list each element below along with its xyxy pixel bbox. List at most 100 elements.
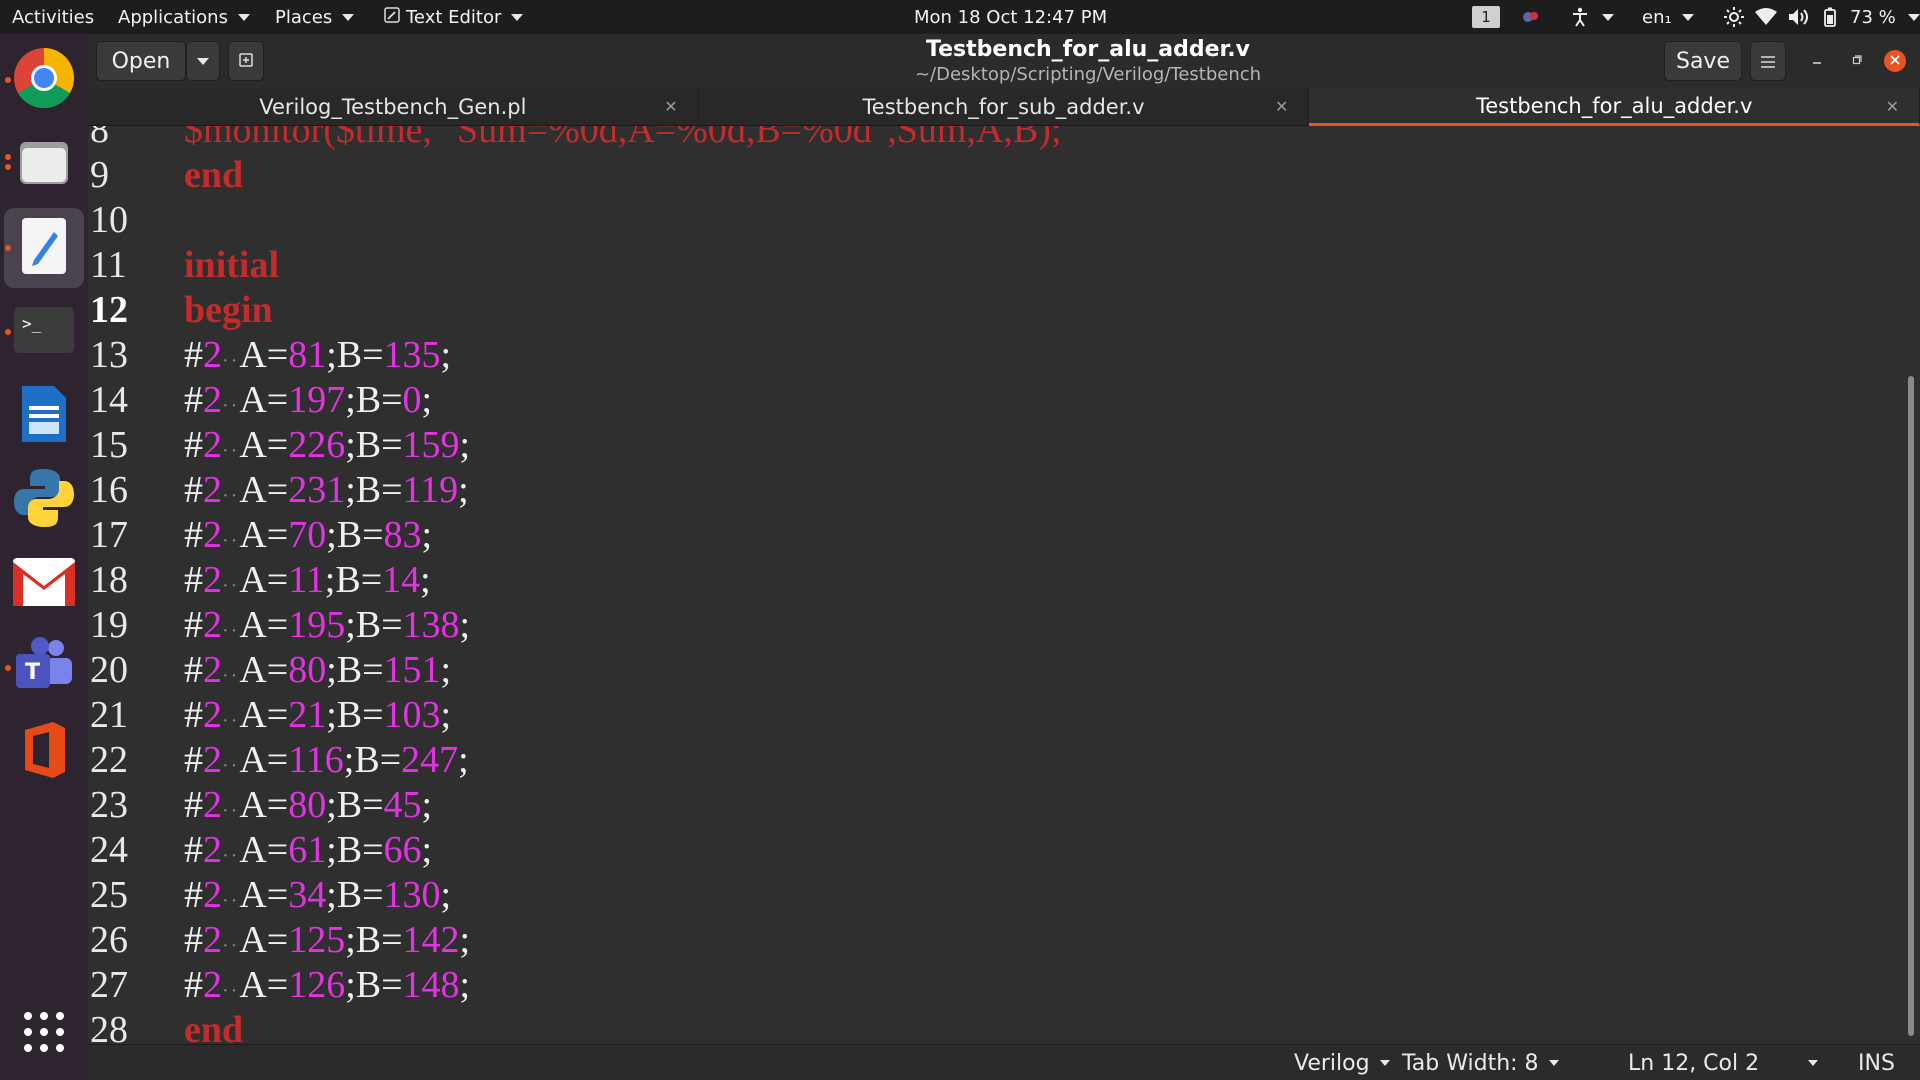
text-editor-app-menu[interactable]: Text Editor (384, 0, 524, 34)
code-line: 26 #2··A=125;B=142; (88, 918, 1898, 963)
code-line-partial: 8 $monitor($time, "Sum=%0d,A=%0d,B=%0d",S… (88, 126, 1898, 153)
tab-testbench-alu-adder[interactable]: Testbench_for_alu_adder.v ✕ (1309, 88, 1920, 126)
dock-python[interactable] (4, 460, 84, 540)
workspace-number: 1 (1472, 6, 1500, 28)
line-number: 13 (90, 334, 128, 376)
places-menu[interactable]: Places (275, 0, 355, 34)
svg-text:T: T (25, 660, 40, 685)
open-button[interactable]: Open (96, 41, 186, 81)
assign-b: ;B= (326, 784, 384, 826)
minimize-button[interactable] (1806, 50, 1828, 72)
a-value: 226 (288, 424, 346, 466)
window-title-block: Testbench_for_alu_adder.v ~/Desktop/Scri… (788, 36, 1388, 86)
code-editor[interactable]: 8 $monitor($time, "Sum=%0d,A=%0d,B=%0d",S… (88, 126, 1920, 1044)
running-indicator (5, 329, 11, 335)
wifi-icon (1754, 5, 1778, 29)
code-line: 23 #2··A=80;B=45; (88, 783, 1898, 828)
assign-a: A= (239, 379, 289, 421)
running-indicator (5, 245, 11, 251)
whitespace-marker: ·· (222, 980, 240, 1002)
system-menu[interactable]: 73 % (1722, 0, 1920, 34)
applications-menu[interactable]: Applications (118, 0, 250, 34)
code-text: #2··A=11;B=14; (184, 558, 431, 609)
delay-value: 2 (203, 829, 222, 871)
accessibility-menu[interactable] (1568, 0, 1614, 34)
activities-button[interactable]: Activities (12, 0, 94, 34)
tab-testbench-sub-adder[interactable]: Testbench_for_sub_adder.v ✕ (699, 88, 1310, 126)
tab-verilog-testbench-gen[interactable]: Verilog_Testbench_Gen.pl ✕ (88, 88, 699, 126)
code-line: 12 begin (88, 288, 1898, 333)
delay-operator: # (184, 694, 203, 736)
line-number: 20 (90, 649, 128, 691)
code-text: initial (184, 243, 279, 288)
assign-a: A= (239, 784, 289, 826)
assign-a: A= (239, 559, 289, 601)
close-icon[interactable]: ✕ (664, 97, 677, 116)
delay-operator: # (184, 784, 203, 826)
language-selector[interactable]: Verilog (1294, 1045, 1390, 1080)
vertical-scrollbar[interactable] (1908, 376, 1914, 1036)
code-line: 25 #2··A=34;B=130; (88, 873, 1898, 918)
dock-text-editor[interactable] (4, 208, 84, 288)
dock-files[interactable] (4, 124, 84, 204)
b-value: 159 (402, 424, 460, 466)
dock-show-applications[interactable] (4, 994, 84, 1074)
insert-mode-indicator[interactable]: INS (1858, 1045, 1895, 1080)
tab-width-selector[interactable]: Tab Width: 8 (1402, 1045, 1559, 1080)
main-menu-button[interactable] (1750, 41, 1786, 81)
close-icon[interactable]: ✕ (1275, 97, 1288, 116)
running-indicator (5, 164, 11, 170)
dock-chrome[interactable] (4, 40, 84, 120)
line-number: 25 (90, 874, 128, 916)
open-dropdown-button[interactable] (186, 41, 220, 81)
code-text: end (184, 1008, 243, 1044)
assign-a: A= (239, 604, 289, 646)
insert-mode-label: INS (1858, 1050, 1895, 1076)
teams-icon: T (12, 636, 76, 700)
code-text: #2··A=125;B=142; (184, 918, 470, 969)
semicolon: ; (440, 694, 452, 736)
clock[interactable]: Mon 18 Oct 12:47 PM (914, 0, 1107, 34)
save-button[interactable]: Save (1664, 41, 1742, 81)
assign-b: ;B= (345, 469, 403, 511)
a-value: 80 (288, 784, 327, 826)
code-line: 19 #2··A=195;B=138; (88, 603, 1898, 648)
b-value: 0 (402, 379, 422, 421)
a-value: 80 (288, 649, 327, 691)
close-icon[interactable]: ✕ (1886, 97, 1899, 116)
dock-terminal[interactable]: >_ (4, 292, 84, 372)
go-to-line-dropdown[interactable] (1804, 1045, 1818, 1080)
code-text: #2··A=80;B=45; (184, 783, 432, 834)
maximize-button[interactable] (1846, 50, 1868, 72)
tab-width-label: Tab Width: 8 (1402, 1050, 1539, 1076)
code-line: 11 initial (88, 243, 1898, 288)
a-value: 61 (288, 829, 327, 871)
dock-office[interactable] (4, 712, 84, 792)
code-line: 20 #2··A=80;B=151; (88, 648, 1898, 693)
delay-value: 2 (203, 739, 222, 781)
delay-operator: # (184, 739, 203, 781)
chevron-down-icon (511, 13, 524, 21)
dock-libreoffice-writer[interactable] (4, 376, 84, 456)
semicolon: ; (421, 784, 433, 826)
keyboard-layout-menu[interactable]: en₁ (1642, 0, 1694, 34)
line-number: 15 (90, 424, 128, 466)
new-tab-button[interactable] (228, 41, 264, 81)
delay-operator: # (184, 604, 203, 646)
dock-gmail[interactable] (4, 544, 84, 624)
close-button[interactable] (1884, 50, 1906, 72)
teams-tray-icon[interactable] (1520, 0, 1540, 34)
tab-label: Testbench_for_alu_adder.v (1475, 93, 1753, 118)
tab-label: Verilog_Testbench_Gen.pl (259, 95, 527, 119)
dock-teams[interactable]: T (4, 628, 84, 708)
delay-operator: # (184, 649, 203, 691)
cursor-position[interactable]: Ln 12, Col 2 (1628, 1045, 1759, 1080)
a-value: 125 (288, 919, 346, 961)
code-line: 15 #2··A=226;B=159; (88, 423, 1898, 468)
accessibility-icon (1568, 5, 1592, 29)
close-icon (1890, 53, 1900, 69)
assign-b: ;B= (324, 559, 383, 601)
volume-icon (1786, 5, 1810, 29)
keyword: end (184, 1009, 244, 1044)
workspace-indicator[interactable]: 1 (1472, 0, 1500, 34)
